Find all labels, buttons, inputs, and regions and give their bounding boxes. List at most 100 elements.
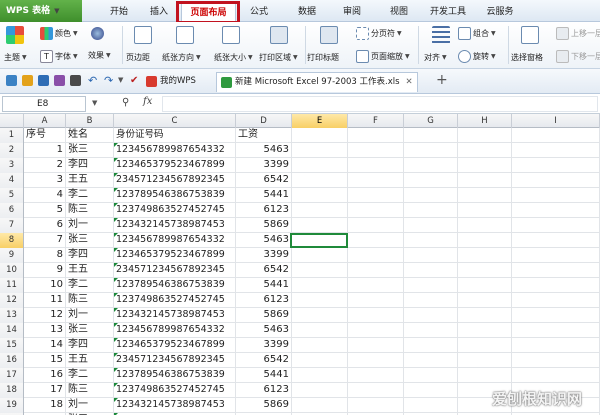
cell-e[interactable] <box>292 173 348 188</box>
cell-g[interactable] <box>404 248 458 263</box>
close-icon[interactable]: ✕ <box>406 77 413 87</box>
cell-b[interactable]: 姓名 <box>66 128 114 143</box>
cell-h[interactable] <box>458 368 512 383</box>
cell-f[interactable] <box>348 368 404 383</box>
cell-g[interactable] <box>404 203 458 218</box>
cell-c[interactable]: 身份证号码 <box>114 128 236 143</box>
print-titles-button[interactable]: 打印标题 <box>307 52 339 63</box>
tab-cloud-services[interactable]: 云服务 <box>478 3 522 22</box>
effects-icon-button[interactable] <box>91 27 104 40</box>
fx-button[interactable]: fx <box>143 96 152 107</box>
cell-a[interactable]: 6 <box>24 218 66 233</box>
cell-d[interactable]: 5463 <box>236 233 292 248</box>
cell-g[interactable] <box>404 218 458 233</box>
column-header-d[interactable]: D <box>236 114 292 128</box>
cell-d[interactable]: 5441 <box>236 278 292 293</box>
cell-f[interactable] <box>348 143 404 158</box>
margins-icon-button[interactable] <box>134 26 152 44</box>
cell-d[interactable]: 3399 <box>236 158 292 173</box>
cell-f[interactable] <box>348 218 404 233</box>
add-tab-icon[interactable]: + <box>436 72 448 88</box>
row-header[interactable]: 7 <box>0 218 24 233</box>
cell-c[interactable]: 123789546386753839 <box>114 278 236 293</box>
row-header[interactable]: 5 <box>0 188 24 203</box>
cell-d[interactable]: 6542 <box>236 263 292 278</box>
row-header[interactable]: 19 <box>0 398 24 413</box>
cell-e[interactable] <box>292 158 348 173</box>
row-header[interactable]: 3 <box>0 158 24 173</box>
cell-d[interactable]: 6123 <box>236 203 292 218</box>
cell-c[interactable]: 123749863527452745 <box>114 383 236 398</box>
cell-i[interactable] <box>512 158 600 173</box>
cell-e[interactable] <box>292 338 348 353</box>
column-header-h[interactable]: H <box>458 114 512 128</box>
print-area-icon-button[interactable] <box>270 26 288 44</box>
row-header[interactable]: 14 <box>0 323 24 338</box>
row-header[interactable]: 10 <box>0 263 24 278</box>
cell-g[interactable] <box>404 173 458 188</box>
cell-g[interactable] <box>404 368 458 383</box>
cell-d[interactable]: 3399 <box>236 338 292 353</box>
cell-f[interactable] <box>348 233 404 248</box>
cell-a[interactable]: 10 <box>24 278 66 293</box>
cell-g[interactable] <box>404 353 458 368</box>
cell-h[interactable] <box>458 233 512 248</box>
cell-b[interactable]: 陈三 <box>66 203 114 218</box>
row-header[interactable]: 12 <box>0 293 24 308</box>
cell-e[interactable] <box>292 353 348 368</box>
column-header-e[interactable]: E <box>292 114 348 128</box>
cell-h[interactable] <box>458 158 512 173</box>
cell-c[interactable]: 234571234567892345 <box>114 173 236 188</box>
cell-e[interactable] <box>292 308 348 323</box>
cell-f[interactable] <box>348 203 404 218</box>
cell-i[interactable] <box>512 233 600 248</box>
search-icon[interactable]: ⚲ <box>122 97 129 108</box>
cell-e[interactable] <box>292 203 348 218</box>
cell-i[interactable] <box>512 323 600 338</box>
align-button[interactable]: 对齐 ▼ <box>424 52 447 63</box>
theme-icon-button[interactable] <box>6 26 24 44</box>
cell-a[interactable]: 4 <box>24 188 66 203</box>
margins-button[interactable]: 页边距 <box>126 52 150 63</box>
cell-h[interactable] <box>458 353 512 368</box>
bring-forward-button[interactable]: 上移一层 <box>556 27 600 40</box>
cell-g[interactable] <box>404 338 458 353</box>
cell-a[interactable]: 12 <box>24 308 66 323</box>
column-header-f[interactable]: F <box>348 114 404 128</box>
cell-f[interactable] <box>348 158 404 173</box>
cell-g[interactable] <box>404 158 458 173</box>
sheet-grid[interactable]: ABCDEFGHI 1 序号 姓名 身份证号码 工资 2 1 张三 12345678998765… <box>0 114 600 415</box>
cell-e[interactable] <box>292 218 348 233</box>
cell-b[interactable]: 李二 <box>66 188 114 203</box>
cell-d[interactable]: 5441 <box>236 188 292 203</box>
cell-b[interactable]: 李四 <box>66 338 114 353</box>
cell-a[interactable]: 11 <box>24 293 66 308</box>
row-header[interactable]: 18 <box>0 383 24 398</box>
cell-e[interactable] <box>292 248 348 263</box>
cell-a[interactable]: 8 <box>24 248 66 263</box>
cell-c[interactable]: 123749863527452745 <box>114 293 236 308</box>
cell-a[interactable]: 17 <box>24 383 66 398</box>
cell-f[interactable] <box>348 248 404 263</box>
cell-d[interactable]: 5463 <box>236 143 292 158</box>
cell-c[interactable]: 123465379523467899 <box>114 338 236 353</box>
formula-input[interactable] <box>162 96 598 112</box>
cell-c[interactable]: 234571234567892345 <box>114 353 236 368</box>
chevron-down-icon[interactable]: ▼ <box>118 75 126 86</box>
cell-i[interactable] <box>512 188 600 203</box>
undo-icon[interactable]: ↶ <box>88 75 100 86</box>
cell-h[interactable] <box>458 308 512 323</box>
tab-home[interactable]: 开始 <box>100 3 138 22</box>
print-icon[interactable] <box>54 75 65 86</box>
row-header[interactable]: 13 <box>0 308 24 323</box>
cell-g[interactable] <box>404 188 458 203</box>
cell-c[interactable]: 123456789987654332 <box>114 143 236 158</box>
cell-g[interactable] <box>404 233 458 248</box>
orientation-button[interactable]: 纸张方向 ▼ <box>162 52 201 63</box>
cell-b[interactable]: 张三 <box>66 323 114 338</box>
tab-view[interactable]: 视图 <box>380 3 418 22</box>
cell-f[interactable] <box>348 398 404 413</box>
rotate-button[interactable]: 旋转 ▼ <box>458 50 496 63</box>
cell-g[interactable] <box>404 398 458 413</box>
print-preview-icon[interactable] <box>70 75 81 86</box>
